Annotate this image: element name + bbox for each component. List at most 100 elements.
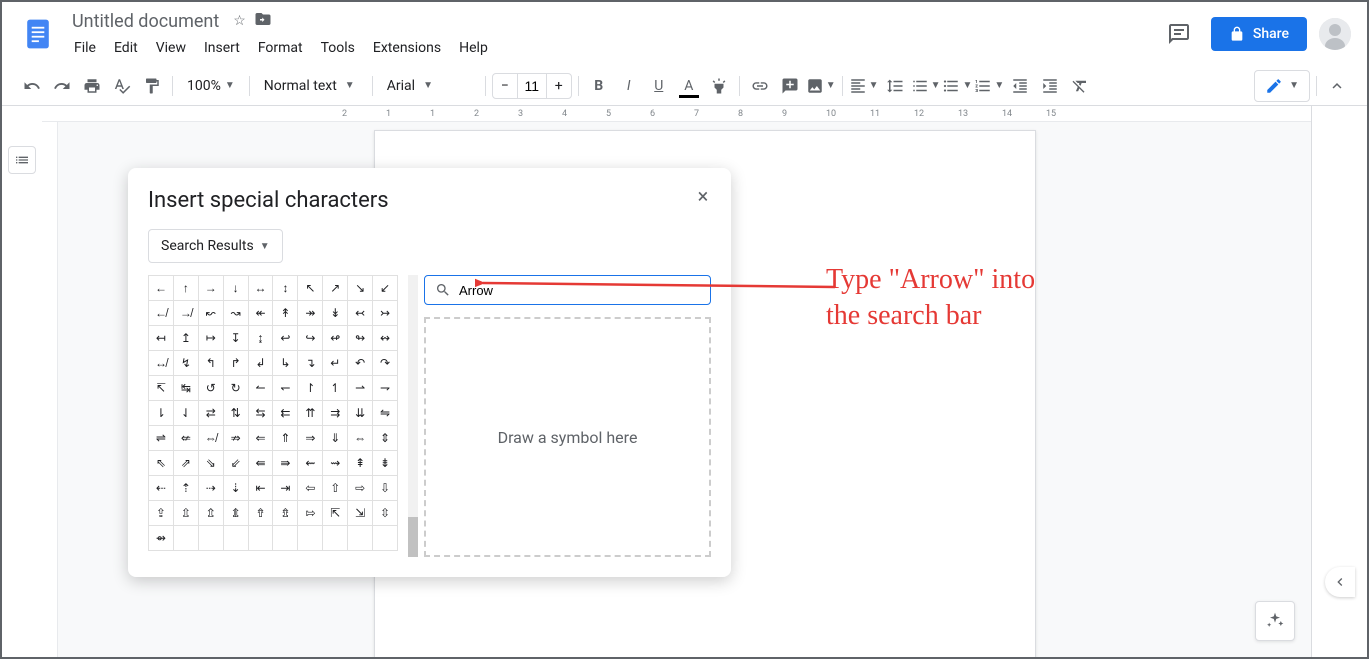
char-cell[interactable]: ⇙ — [224, 451, 249, 476]
char-cell[interactable]: ↴ — [298, 351, 323, 376]
char-cell[interactable]: ⇃ — [174, 401, 199, 426]
menu-view[interactable]: View — [148, 36, 194, 60]
char-cell[interactable] — [174, 526, 199, 551]
char-cell[interactable]: ⇍ — [174, 426, 199, 451]
char-cell[interactable]: ⇣ — [224, 476, 249, 501]
char-cell[interactable]: ⇎ — [199, 426, 224, 451]
increase-font-button[interactable]: + — [547, 74, 571, 98]
underline-icon[interactable]: U — [645, 72, 673, 100]
char-cell[interactable] — [273, 526, 298, 551]
char-cell[interactable]: ⇓ — [323, 426, 348, 451]
char-cell[interactable]: ↝ — [224, 301, 249, 326]
char-cell[interactable]: ⇐ — [249, 426, 274, 451]
search-input[interactable] — [459, 283, 700, 298]
char-cell[interactable]: ↤ — [149, 326, 174, 351]
menu-format[interactable]: Format — [250, 36, 311, 60]
char-cell[interactable] — [199, 526, 224, 551]
char-cell[interactable]: ⇔ — [348, 426, 373, 451]
char-cell[interactable]: ⇤ — [249, 476, 274, 501]
paragraph-style-select[interactable]: Normal text▼ — [256, 74, 366, 98]
char-cell[interactable]: ↗ — [323, 276, 348, 301]
bulleted-list-icon[interactable]: ▼ — [942, 72, 972, 100]
decrease-indent-icon[interactable] — [1006, 72, 1034, 100]
menu-file[interactable]: File — [66, 36, 104, 60]
char-cell[interactable]: ⇖ — [149, 451, 174, 476]
italic-icon[interactable]: I — [615, 72, 643, 100]
char-cell[interactable]: ⇲ — [348, 501, 373, 526]
char-cell[interactable]: ⇨ — [348, 476, 373, 501]
checklist-icon[interactable]: ▼ — [911, 72, 941, 100]
char-cell[interactable]: ↜ — [199, 301, 224, 326]
editing-mode-button[interactable]: ▼ — [1254, 70, 1310, 102]
avatar[interactable] — [1319, 18, 1351, 50]
ruler-horizontal[interactable]: 21123456789101112131415 — [42, 106, 1311, 122]
char-cell[interactable]: ⇳ — [373, 501, 398, 526]
char-cell[interactable] — [249, 526, 274, 551]
char-cell[interactable]: ⇘ — [199, 451, 224, 476]
char-cell[interactable]: ⇑ — [273, 426, 298, 451]
char-cell[interactable]: ⇌ — [149, 426, 174, 451]
char-cell[interactable]: ↕ — [273, 276, 298, 301]
redo-icon[interactable] — [48, 72, 76, 100]
highlight-icon[interactable] — [705, 72, 733, 100]
char-cell[interactable]: ↙ — [373, 276, 398, 301]
char-cell[interactable]: ↰ — [199, 351, 224, 376]
char-cell[interactable]: ⇗ — [174, 451, 199, 476]
char-cell[interactable] — [323, 526, 348, 551]
menu-extensions[interactable]: Extensions — [365, 36, 449, 60]
outline-toggle-icon[interactable] — [8, 146, 36, 174]
close-icon[interactable]: × — [691, 184, 715, 208]
print-icon[interactable] — [78, 72, 106, 100]
char-cell[interactable]: ⇬ — [199, 501, 224, 526]
char-cell[interactable]: ↸ — [149, 376, 174, 401]
char-cell[interactable] — [373, 526, 398, 551]
char-cell[interactable]: ⇂ — [149, 401, 174, 426]
char-cell[interactable]: ⇏ — [224, 426, 249, 451]
char-cell[interactable]: ⇕ — [373, 426, 398, 451]
text-color-icon[interactable]: A — [675, 72, 703, 100]
paint-format-icon[interactable] — [138, 72, 166, 100]
link-icon[interactable] — [746, 72, 774, 100]
char-cell[interactable]: ⇪ — [149, 501, 174, 526]
move-icon[interactable] — [254, 10, 272, 32]
char-cell[interactable]: ↛ — [174, 301, 199, 326]
char-cell[interactable]: ↹ — [174, 376, 199, 401]
numbered-list-icon[interactable]: ▼ — [974, 72, 1004, 100]
menu-help[interactable]: Help — [451, 36, 496, 60]
char-cell[interactable]: ↚ — [149, 301, 174, 326]
char-cell[interactable]: ⇊ — [348, 401, 373, 426]
char-cell[interactable]: ⇫ — [174, 501, 199, 526]
char-cell[interactable]: ↡ — [323, 301, 348, 326]
ruler-vertical[interactable] — [42, 122, 58, 657]
char-cell[interactable]: ⇆ — [249, 401, 274, 426]
line-spacing-icon[interactable] — [881, 72, 909, 100]
char-cell[interactable]: ↳ — [273, 351, 298, 376]
side-panel-toggle-icon[interactable] — [1325, 567, 1355, 597]
char-cell[interactable]: ↨ — [249, 326, 274, 351]
align-icon[interactable]: ▼ — [849, 72, 879, 100]
char-cell[interactable]: ↪ — [298, 326, 323, 351]
doc-title[interactable]: Untitled document — [66, 9, 225, 34]
menu-tools[interactable]: Tools — [313, 36, 363, 60]
char-cell[interactable]: ⇦ — [298, 476, 323, 501]
char-cell[interactable]: ⇇ — [273, 401, 298, 426]
char-cell[interactable]: ↱ — [224, 351, 249, 376]
char-cell[interactable]: ↑ — [174, 276, 199, 301]
char-cell[interactable]: ⇝ — [323, 451, 348, 476]
char-cell[interactable]: ↧ — [224, 326, 249, 351]
add-comment-icon[interactable] — [776, 72, 804, 100]
char-cell[interactable]: ↦ — [199, 326, 224, 351]
char-cell[interactable]: ↓ — [224, 276, 249, 301]
char-cell[interactable]: ↩ — [273, 326, 298, 351]
char-cell[interactable]: ↥ — [174, 326, 199, 351]
char-cell[interactable]: ↻ — [224, 376, 249, 401]
spellcheck-icon[interactable] — [108, 72, 136, 100]
char-cell[interactable]: ↶ — [348, 351, 373, 376]
char-cell[interactable] — [348, 526, 373, 551]
char-cell[interactable]: ← — [149, 276, 174, 301]
char-cell[interactable]: ⇴ — [149, 526, 174, 551]
char-cell[interactable] — [298, 526, 323, 551]
draw-symbol-area[interactable]: Draw a symbol here — [424, 317, 711, 557]
char-cell[interactable]: ↷ — [373, 351, 398, 376]
char-cell[interactable]: ⇁ — [373, 376, 398, 401]
